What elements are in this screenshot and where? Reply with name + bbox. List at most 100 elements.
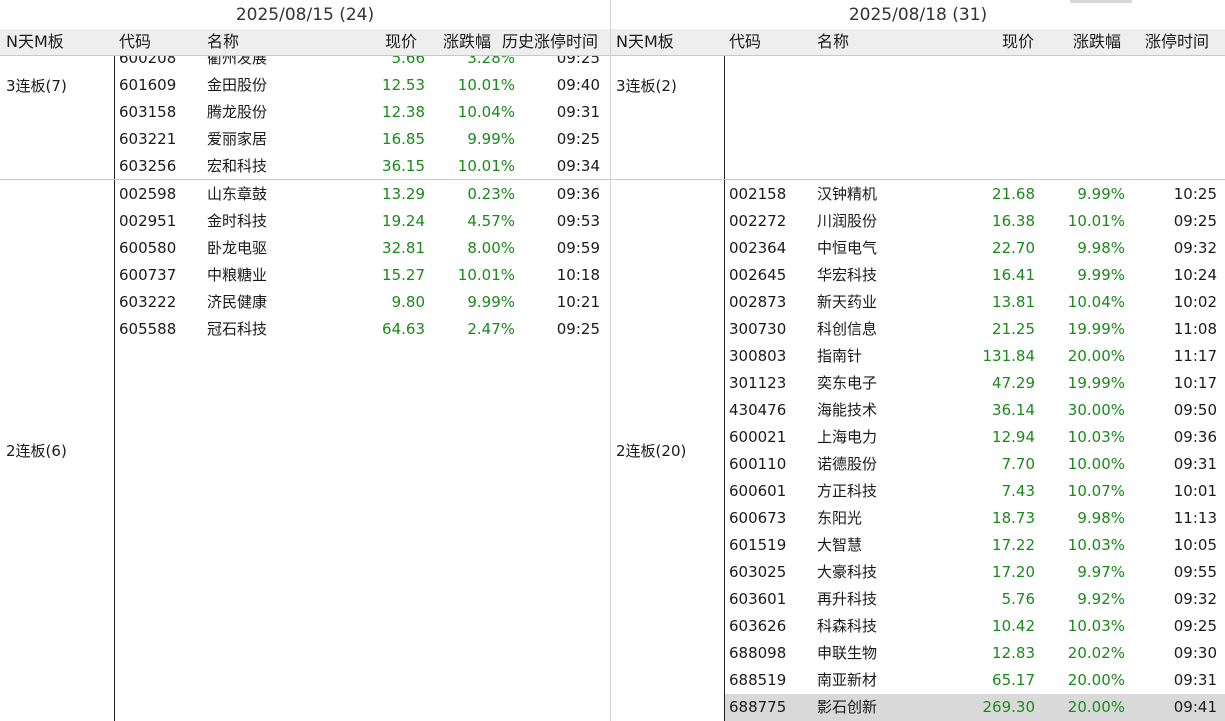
table-row[interactable]: 688775 影石创新 269.30 20.00% 09:41 [725, 694, 1225, 721]
table-body[interactable]: 3连板(2) 2连板(20) 002158 汉钟精机 21.68 9.99% 10:25… [611, 56, 1225, 721]
col-name-header[interactable]: 名称 [817, 29, 849, 55]
limit-up-time-cell: 09:31 [1173, 671, 1217, 689]
stock-code-cell: 002598 [119, 185, 177, 203]
right-panel: 2025/08/18 (31) N天M板 代码 名称 现价 涨跌幅 涨停时间 3… [611, 0, 1225, 721]
table-row[interactable]: 603626 科森科技 10.42 10.03% 09:25 [611, 613, 1225, 640]
price-cell: 36.15 [382, 157, 425, 175]
limit-up-time-cell: 10:25 [1173, 185, 1217, 203]
table-row[interactable]: 600110 诺德股份 7.70 10.00% 09:31 [611, 451, 1225, 478]
limit-up-time-cell: 11:08 [1173, 320, 1217, 338]
stock-name-cell: 再升科技 [817, 590, 878, 608]
limit-up-time-cell: 09:25 [556, 130, 600, 148]
change-cell: 19.99% [1067, 374, 1125, 392]
col-code-header[interactable]: 代码 [729, 29, 761, 55]
price-cell: 13.81 [992, 293, 1035, 311]
col-change-header[interactable]: 涨跌幅 [1073, 29, 1121, 55]
stock-code-cell: 600580 [119, 239, 177, 257]
stock-name-cell: 卧龙电驱 [207, 239, 268, 257]
limit-up-time-cell: 09:32 [1173, 590, 1217, 608]
price-cell: 12.83 [992, 644, 1035, 662]
change-cell: 10.03% [1067, 428, 1125, 446]
table-row[interactable]: 301123 奕东电子 47.29 19.99% 10:17 [611, 370, 1225, 397]
price-cell: 21.68 [992, 185, 1035, 203]
stock-name-cell: 金田股份 [207, 76, 268, 94]
table-row[interactable]: 605588 冠石科技 64.63 2.47% 09:25 [0, 316, 610, 343]
change-cell: 19.99% [1067, 320, 1125, 338]
table-row[interactable]: 600601 方正科技 7.43 10.07% 10:01 [611, 478, 1225, 505]
table-row[interactable]: 688098 申联生物 12.83 20.02% 09:30 [611, 640, 1225, 667]
stock-code-cell: 300730 [729, 320, 787, 338]
limit-up-time-cell: 10:18 [556, 266, 600, 284]
stock-code-cell: 002364 [729, 239, 787, 257]
group-label[interactable]: 3连板(2) [616, 77, 677, 95]
table-row[interactable]: 601519 大智慧 17.22 10.03% 10:05 [611, 532, 1225, 559]
col-ntm-header[interactable]: N天M板 [6, 29, 64, 55]
stock-code-cell: 430476 [729, 401, 787, 419]
price-cell: 10.42 [992, 617, 1035, 635]
col-name-header[interactable]: 名称 [207, 29, 239, 55]
change-cell: 10.03% [1067, 536, 1125, 554]
col-time-header[interactable]: 涨停时间 [1145, 29, 1209, 55]
col-time-header[interactable]: 历史涨停时间 [502, 29, 598, 55]
group-label[interactable]: 2连板(6) [6, 442, 67, 460]
limit-up-time-cell: 10:17 [1173, 374, 1217, 392]
limit-up-time-cell: 09:32 [1173, 239, 1217, 257]
stock-code-cell: 688775 [729, 698, 787, 716]
col-ntm-header[interactable]: N天M板 [616, 29, 674, 55]
col-change-header[interactable]: 涨跌幅 [443, 29, 491, 55]
price-cell: 12.53 [382, 76, 425, 94]
table-row[interactable]: 300730 科创信息 21.25 19.99% 11:08 [611, 316, 1225, 343]
limit-up-time-cell: 09:36 [556, 185, 600, 203]
col-price-header[interactable]: 现价 [330, 29, 417, 55]
limit-up-time-cell: 09:55 [1173, 563, 1217, 581]
table-row[interactable]: 002645 华宏科技 16.41 9.99% 10:24 [611, 262, 1225, 289]
table-row[interactable]: 002364 中恒电气 22.70 9.98% 09:32 [611, 235, 1225, 262]
price-cell: 5.76 [1001, 590, 1035, 608]
stock-code-cell: 301123 [729, 374, 787, 392]
change-cell: 3.28% [467, 56, 515, 67]
table-row[interactable]: 603158 腾龙股份 12.38 10.04% 09:31 [0, 99, 610, 126]
table-row[interactable]: 600208 衢州发展 5.66 3.28% 09:25 [0, 56, 610, 72]
change-cell: 0.23% [467, 185, 515, 203]
stock-code-cell: 603158 [119, 103, 177, 121]
price-cell: 19.24 [382, 212, 425, 230]
stock-name-cell: 大智慧 [817, 536, 863, 554]
table-row[interactable]: 603221 爱丽家居 16.85 9.99% 09:25 [0, 126, 610, 153]
table-row[interactable]: 603256 宏和科技 36.15 10.01% 09:34 [0, 153, 610, 180]
table-row[interactable]: 002873 新天药业 13.81 10.04% 10:02 [611, 289, 1225, 316]
column-header: N天M板 代码 名称 现价 涨跌幅 涨停时间 [611, 29, 1225, 56]
stock-name-cell: 川润股份 [817, 212, 878, 230]
table-row[interactable]: 603222 济民健康 9.80 9.99% 10:21 [0, 289, 610, 316]
table-row[interactable]: 603025 大豪科技 17.20 9.97% 09:55 [611, 559, 1225, 586]
limit-up-time-cell: 10:01 [1173, 482, 1217, 500]
stock-name-cell: 影石创新 [817, 698, 878, 716]
stock-name-cell: 诺德股份 [817, 455, 878, 473]
table-row[interactable]: 601609 金田股份 12.53 10.01% 09:40 [0, 72, 610, 99]
stock-name-cell: 方正科技 [817, 482, 878, 500]
table-row[interactable]: 430476 海能技术 36.14 30.00% 09:50 [611, 397, 1225, 424]
stock-code-cell: 002272 [729, 212, 787, 230]
limit-up-time-cell: 10:02 [1173, 293, 1217, 311]
table-row[interactable]: 002951 金时科技 19.24 4.57% 09:53 [0, 208, 610, 235]
table-row[interactable]: 600021 上海电力 12.94 10.03% 09:36 [611, 424, 1225, 451]
col-code-header[interactable]: 代码 [119, 29, 151, 55]
table-row[interactable]: 300803 指南针 131.84 20.00% 11:17 [611, 343, 1225, 370]
table-row[interactable]: 688519 南亚新材 65.17 20.00% 09:31 [611, 667, 1225, 694]
stock-code-cell: 600601 [729, 482, 787, 500]
table-row[interactable]: 002598 山东章鼓 13.29 0.23% 09:36 [0, 181, 610, 208]
table-body[interactable]: 3连板(7) 2连板(6) 600208 衢州发展 5.66 3.28% 09:25 60… [0, 56, 610, 721]
table-row[interactable]: 603601 再升科技 5.76 9.92% 09:32 [611, 586, 1225, 613]
price-cell: 7.70 [1001, 455, 1035, 473]
price-cell: 36.14 [992, 401, 1035, 419]
col-price-header[interactable]: 现价 [941, 29, 1034, 55]
table-row[interactable]: 600737 中粮糖业 15.27 10.01% 10:18 [0, 262, 610, 289]
table-row[interactable]: 002272 川润股份 16.38 10.01% 09:25 [611, 208, 1225, 235]
table-row[interactable]: 002158 汉钟精机 21.68 9.99% 10:25 [611, 181, 1225, 208]
table-row[interactable]: 600673 东阳光 18.73 9.98% 11:13 [611, 505, 1225, 532]
change-cell: 20.00% [1067, 698, 1125, 716]
limit-up-time-cell: 09:34 [556, 157, 600, 175]
table-row[interactable]: 600580 卧龙电驱 32.81 8.00% 09:59 [0, 235, 610, 262]
limit-up-time-cell: 09:31 [556, 103, 600, 121]
limit-up-time-cell: 09:25 [1173, 617, 1217, 635]
stock-code-cell: 300803 [729, 347, 787, 365]
